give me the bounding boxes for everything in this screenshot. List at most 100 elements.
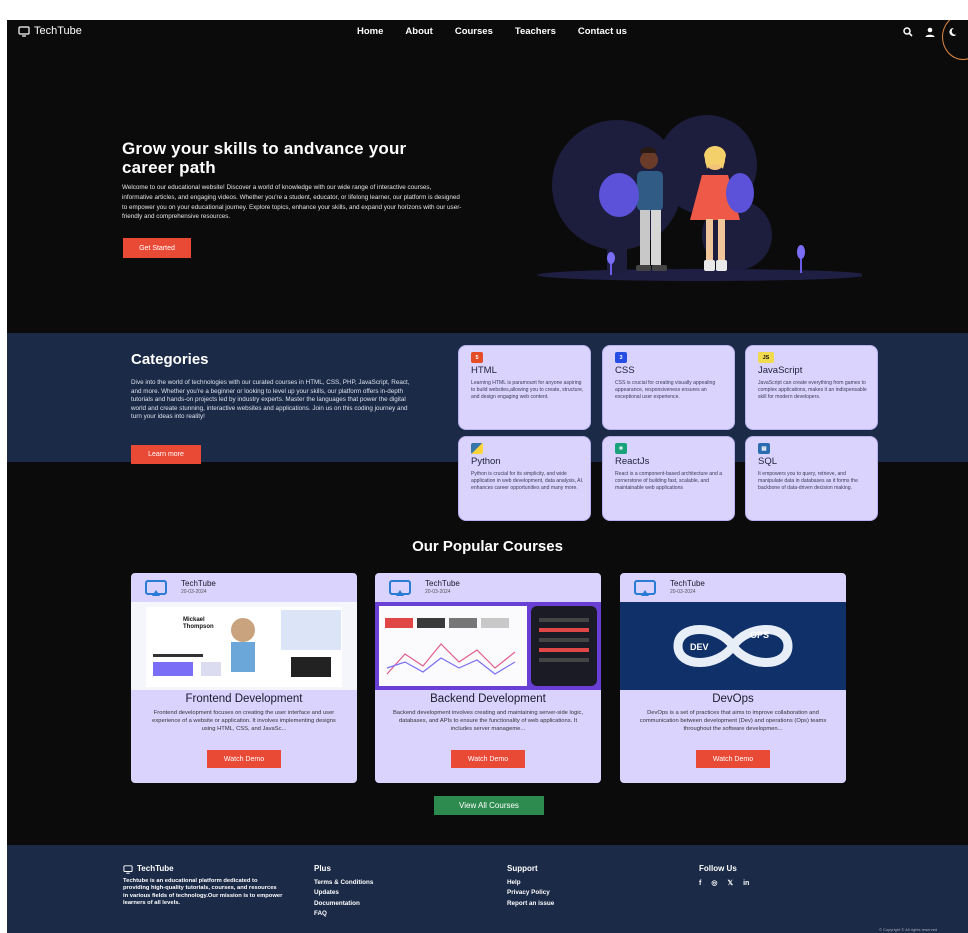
footer-link-privacy[interactable]: Privacy Policy — [507, 888, 554, 899]
instagram-icon[interactable]: ◎ — [711, 879, 717, 890]
page: TechTube Home About Courses Teachers Con… — [7, 20, 968, 933]
course-thumbnail[interactable]: DEV OPS — [620, 602, 846, 690]
footer: TechTube Techtube is an educational plat… — [7, 845, 968, 933]
top-navbar: TechTube Home About Courses Teachers Con… — [7, 20, 968, 60]
category-tile-sql[interactable]: ▤ SQL It empowers you to query, retrieve… — [745, 436, 878, 521]
footer-link-report[interactable]: Report an issue — [507, 899, 554, 910]
category-title: JavaScript — [758, 365, 803, 376]
facebook-icon[interactable]: f — [699, 879, 701, 890]
footer-link-help[interactable]: Help — [507, 878, 554, 889]
course-thumbnail[interactable] — [375, 602, 601, 690]
html5-icon: 5 — [471, 352, 483, 363]
footer-link-documentation[interactable]: Documentation — [314, 899, 373, 910]
tv-play-icon — [389, 580, 411, 596]
course-date: 20-03-2024 — [181, 589, 207, 595]
tv-play-icon — [145, 580, 167, 596]
category-description: JavaScript can create everything from ga… — [758, 380, 867, 401]
footer-plus-title: Plus — [314, 864, 331, 873]
course-date: 20-03-2024 — [425, 589, 451, 595]
popular-courses-title: Our Popular Courses — [412, 538, 563, 555]
watch-demo-button[interactable]: Watch Demo — [207, 750, 281, 768]
footer-about: TechTube Techtube is an educational plat… — [123, 864, 283, 908]
css3-icon: 3 — [615, 352, 627, 363]
category-title: CSS — [615, 365, 635, 376]
tv-play-icon — [634, 580, 656, 596]
category-title: HTML — [471, 365, 497, 376]
hero-illustration — [537, 115, 862, 281]
footer-link-updates[interactable]: Updates — [314, 888, 373, 899]
hero-title: Grow your skills to andvance your career… — [122, 139, 407, 177]
footer-about-text: Techtube is an educational platform dedi… — [123, 877, 283, 907]
nav-link-contact[interactable]: Contact us — [578, 26, 627, 37]
footer-follow-title: Follow Us — [699, 864, 737, 873]
frontend-thumbnail-image — [146, 607, 342, 687]
user-icon[interactable] — [924, 25, 936, 37]
category-title: SQL — [758, 456, 778, 467]
brand-logo[interactable]: TechTube — [18, 25, 82, 37]
course-card-devops[interactable]: TechTube 20-03-2024 DEV OPS DevOps DevOp… — [620, 573, 846, 783]
course-description: Frontend development focuses on creating… — [152, 710, 336, 732]
thumbnail-ops-label: OPS — [750, 630, 770, 640]
category-description: Python is crucial for its simplicity, an… — [471, 471, 584, 492]
thumbnail-caption: Mickael Thompson — [183, 617, 214, 630]
course-card-backend[interactable]: TechTube 20-03-2024 Backend Development … — [375, 573, 601, 783]
category-description: Learning HTML is paramount for anyone as… — [471, 380, 584, 401]
thumbnail-dev-label: DEV — [690, 642, 709, 652]
footer-brand-name: TechTube — [137, 864, 174, 873]
devops-infinity-image — [620, 602, 846, 690]
brand-name: TechTube — [34, 25, 82, 37]
channel-name: TechTube — [425, 579, 460, 588]
nav-link-teachers[interactable]: Teachers — [515, 26, 556, 37]
category-title: Python — [471, 456, 501, 467]
social-links: f ◎ 𝕏 in — [699, 879, 749, 890]
category-tile-python[interactable]: Python Python is crucial for its simplic… — [458, 436, 591, 521]
course-description: Backend development involves creating an… — [392, 710, 584, 732]
python-icon — [471, 443, 483, 454]
category-tile-css[interactable]: 3 CSS CSS is crucial for creating visual… — [602, 345, 735, 430]
learn-more-button[interactable]: Learn more — [131, 445, 201, 464]
course-description: DevOps is a set of practices that aims t… — [639, 710, 827, 732]
footer-follow: Follow Us f ◎ 𝕏 in — [699, 864, 749, 889]
backend-dashboard-image — [379, 606, 597, 686]
nav-link-courses[interactable]: Courses — [455, 26, 493, 37]
search-icon[interactable] — [902, 25, 914, 37]
watch-demo-button[interactable]: Watch Demo — [696, 750, 770, 768]
category-description: CSS is crucial for creating visually app… — [615, 380, 716, 401]
categories-title: Categories — [131, 351, 209, 368]
nav-link-about[interactable]: About — [405, 26, 432, 37]
category-tile-reactjs[interactable]: ⚛ ReactJs React is a component-based arc… — [602, 436, 735, 521]
channel-name: TechTube — [181, 579, 216, 588]
category-title: ReactJs — [615, 456, 650, 467]
watch-demo-button[interactable]: Watch Demo — [451, 750, 525, 768]
hero-description: Welcome to our educational website! Disc… — [122, 184, 462, 221]
js-icon: JS — [758, 352, 774, 363]
nav-links: Home About Courses Teachers Contact us — [357, 26, 649, 37]
monitor-icon — [18, 25, 30, 37]
view-all-courses-button[interactable]: View All Courses — [434, 796, 544, 815]
category-description: React is a component-based architecture … — [615, 471, 723, 492]
category-tile-javascript[interactable]: JS JavaScript JavaScript can create ever… — [745, 345, 878, 430]
footer-plus: Plus Terms & Conditions Updates Document… — [314, 864, 373, 920]
footer-link-faq[interactable]: FAQ — [314, 909, 373, 920]
course-card-frontend[interactable]: TechTube 20-03-2024 Mickael Thompson Fro… — [131, 573, 357, 783]
get-started-button[interactable]: Get Started — [123, 238, 191, 258]
linkedin-icon[interactable]: in — [743, 879, 749, 890]
nav-link-home[interactable]: Home — [357, 26, 383, 37]
footer-support-title: Support — [507, 864, 538, 873]
footer-link-terms[interactable]: Terms & Conditions — [314, 878, 373, 889]
course-title: Frontend Development — [185, 693, 303, 705]
copyright-text: © Copyright © All rights reserved — [879, 927, 938, 932]
category-tile-html[interactable]: 5 HTML Learning HTML is paramount for an… — [458, 345, 591, 430]
monitor-icon — [123, 865, 133, 874]
course-title: DevOps — [712, 693, 754, 705]
twitter-icon[interactable]: 𝕏 — [727, 879, 733, 890]
categories-description: Dive into the world of technologies with… — [131, 379, 410, 420]
highlight-circle — [942, 20, 968, 60]
course-date: 20-03-2024 — [670, 589, 696, 595]
course-title: Backend Development — [430, 693, 546, 705]
course-thumbnail[interactable]: Mickael Thompson — [131, 602, 357, 690]
footer-support: Support Help Privacy Policy Report an is… — [507, 864, 554, 909]
react-icon: ⚛ — [615, 443, 627, 454]
database-icon: ▤ — [758, 443, 770, 454]
category-description: It empowers you to query, retrieve, and … — [758, 471, 858, 492]
